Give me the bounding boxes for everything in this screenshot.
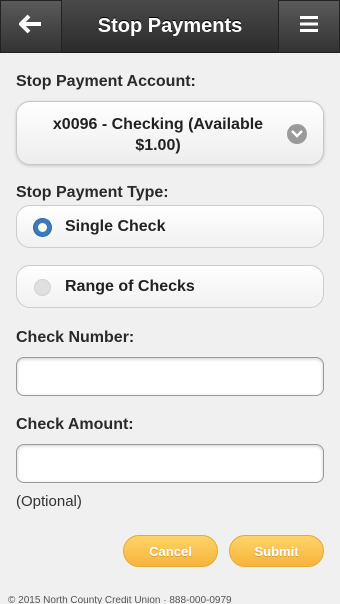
account-select[interactable]: x0096 - Checking (Available $1.00) <box>16 101 324 165</box>
hamburger-icon <box>300 15 318 38</box>
radio-range-of-checks[interactable]: Range of Checks <box>16 265 324 308</box>
header-bar: Stop Payments <box>0 0 340 53</box>
footer-text: © 2015 North County Credit Union · 888-0… <box>8 596 232 604</box>
page-title: Stop Payments <box>97 15 243 37</box>
back-button[interactable] <box>0 0 62 53</box>
type-label: Stop Payment Type: <box>16 184 169 201</box>
optional-note: (Optional) <box>16 493 82 510</box>
radio-unselected-icon <box>34 279 51 296</box>
arrow-left-icon <box>18 14 43 39</box>
check-number-input[interactable] <box>16 357 324 396</box>
check-amount-label: Check Amount: <box>16 416 134 433</box>
radio-single-check[interactable]: Single Check <box>16 205 324 248</box>
check-amount-input[interactable] <box>16 444 324 483</box>
submit-button[interactable]: Submit <box>229 535 324 567</box>
account-label: Stop Payment Account: <box>16 73 196 90</box>
radio-selected-icon <box>34 219 51 236</box>
radio-label: Single Check <box>65 218 166 235</box>
check-number-label: Check Number: <box>16 329 135 346</box>
radio-label: Range of Checks <box>65 278 195 295</box>
chevron-down-icon <box>287 124 307 144</box>
account-select-value: x0096 - Checking (Available $1.00) <box>52 116 264 154</box>
cancel-button[interactable]: Cancel <box>123 535 218 567</box>
menu-button[interactable] <box>278 0 340 53</box>
